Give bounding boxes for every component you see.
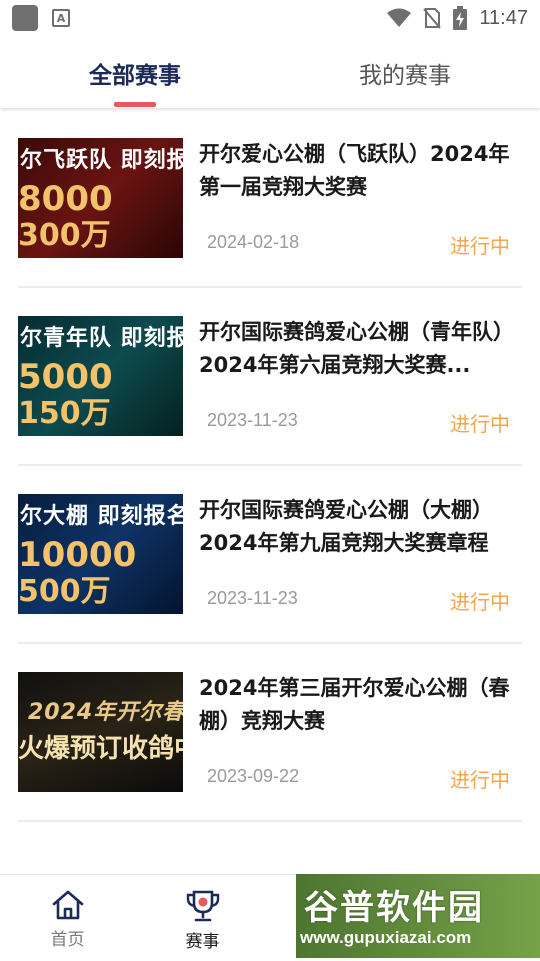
home-icon	[52, 890, 83, 920]
battery-charging-icon	[453, 6, 468, 30]
tab-bar: 全部赛事 我的赛事	[0, 36, 540, 108]
thumb-prize: 150万	[18, 396, 111, 431]
event-status: 进行中	[450, 768, 510, 792]
keyboard-a-icon: A	[52, 9, 70, 27]
event-thumbnail: 2024年开尔春棚 火爆预订收鸽中	[18, 672, 183, 792]
event-status: 进行中	[450, 412, 510, 436]
trophy-icon	[186, 890, 219, 922]
event-title: 开尔国际赛鸽爱心公棚（青年队）2024年第六届竞翔大奖赛...	[199, 320, 514, 377]
event-thumbnail: 尔飞跃队 即刻报名 8000 300万	[18, 138, 183, 258]
thumb-headline: 尔飞跃队 即刻报名	[20, 148, 183, 173]
event-title: 开尔爱心公棚（飞跃队）2024年第一届竞翔大奖赛	[199, 142, 510, 199]
app-notification-icon	[12, 5, 38, 31]
event-thumbnail: 尔大棚 即刻报名参 10000 500万	[18, 494, 183, 614]
nav-events[interactable]: 赛事	[135, 875, 270, 961]
thumb-headline: 2024年开尔春棚	[28, 700, 183, 725]
tab-all-events-label: 全部赛事	[89, 63, 181, 89]
event-title: 开尔国际赛鸽爱心公棚（大棚）2024年第九届竞翔大奖赛章程	[199, 498, 493, 555]
thumb-number: 10000	[18, 535, 137, 575]
no-sim-icon	[423, 8, 442, 29]
thumb-number: 5000	[18, 357, 113, 397]
tab-all-events[interactable]: 全部赛事	[0, 36, 270, 108]
thumb-number: 8000	[18, 179, 113, 219]
wifi-icon	[387, 8, 412, 27]
watermark-url: www.gupuxiazai.com	[300, 928, 472, 947]
event-date: 2023-09-22	[207, 766, 300, 786]
event-list-item[interactable]: 尔大棚 即刻报名参 10000 500万 开尔国际赛鸽爱心公棚（大棚）2024年…	[18, 466, 522, 644]
thumb-subline: 火爆预订收鸽中	[18, 734, 183, 764]
event-thumbnail: 尔青年队 即刻报名 5000 150万	[18, 316, 183, 436]
event-title: 2024年第三届开尔爱心公棚（春棚）竞翔大赛	[199, 676, 510, 733]
event-date: 2023-11-23	[207, 410, 298, 430]
tab-my-events[interactable]: 我的赛事	[270, 36, 540, 108]
tab-my-events-label: 我的赛事	[359, 63, 451, 89]
event-date: 2023-11-23	[207, 588, 298, 608]
tab-indicator	[114, 102, 156, 107]
thumb-prize: 500万	[18, 574, 111, 609]
event-list: 尔飞跃队 即刻报名 8000 300万 开尔爱心公棚（飞跃队）2024年第一届竞…	[18, 110, 522, 822]
nav-events-label: 赛事	[185, 932, 220, 952]
nav-home[interactable]: 首页	[0, 875, 135, 961]
status-bar: A 11:47	[0, 0, 540, 36]
status-time: 11:47	[479, 6, 528, 29]
watermark-logo-text: 谷普软件园	[304, 888, 484, 928]
event-list-item[interactable]: 尔飞跃队 即刻报名 8000 300万 开尔爱心公棚（飞跃队）2024年第一届竞…	[18, 110, 522, 288]
event-status: 进行中	[450, 590, 510, 614]
event-status: 进行中	[450, 234, 510, 258]
thumb-headline: 尔大棚 即刻报名参	[20, 504, 183, 529]
event-list-item[interactable]: 尔青年队 即刻报名 5000 150万 开尔国际赛鸽爱心公棚（青年队）2024年…	[18, 288, 522, 466]
thumb-headline: 尔青年队 即刻报名	[20, 326, 183, 351]
nav-home-label: 首页	[50, 930, 85, 950]
watermark: 谷普软件园 www.gupuxiazai.com	[296, 874, 540, 958]
event-date: 2024-02-18	[207, 232, 300, 252]
thumb-prize: 300万	[18, 218, 111, 253]
event-list-item[interactable]: 2024年开尔春棚 火爆预订收鸽中 2024年第三届开尔爱心公棚（春棚）竞翔大赛…	[18, 644, 522, 822]
